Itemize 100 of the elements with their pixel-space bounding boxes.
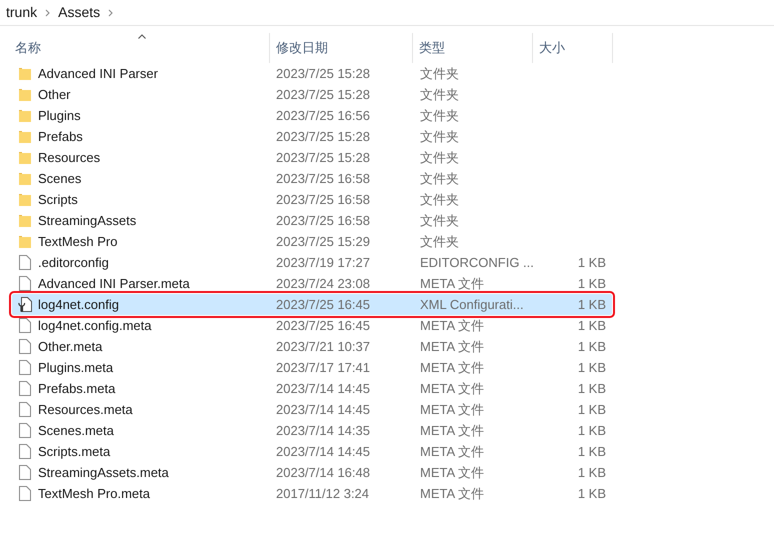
file-size: 1 KB: [578, 254, 606, 272]
file-size: 1 KB: [578, 274, 606, 293]
file-icon: [19, 339, 31, 354]
file-size: 1 KB: [578, 400, 606, 419]
file-size: 1 KB: [578, 358, 606, 377]
file-row[interactable]: TextMesh Pro 2023/7/25 15:29 文件夹: [12, 231, 612, 252]
file-type: EDITORCONFIG ...: [419, 254, 534, 272]
folder-icon: [18, 88, 32, 102]
file-row[interactable]: Advanced INI Parser.meta 2023/7/24 23:08 META 文件 1 KB: [12, 273, 612, 294]
file-row[interactable]: Prefabs 2023/7/25 15:28 文件夹: [12, 126, 612, 147]
file-name: Resources.meta: [38, 400, 133, 419]
file-row[interactable]: Plugins 2023/7/25 16:56 文件夹: [12, 105, 612, 126]
folder-icon: [18, 214, 32, 228]
modified-date: 2023/7/25 16:45: [275, 296, 371, 314]
modified-date: 2023/7/17 17:41: [275, 358, 371, 377]
file-icon: [19, 276, 31, 291]
sort-ascending-icon: [137, 34, 146, 39]
file-row[interactable]: Scenes 2023/7/25 16:58 文件夹: [12, 168, 612, 189]
file-row[interactable]: StreamingAssets.meta 2023/7/14 16:48 META 文件 1 KB: [12, 462, 612, 483]
file-name: log4net.config: [38, 296, 119, 314]
file-row[interactable]: StreamingAssets 2023/7/25 16:58 文件夹: [12, 210, 612, 231]
file-icon: [19, 444, 31, 459]
file-type: META 文件: [419, 442, 486, 461]
file-name: Advanced INI Parser.meta: [38, 274, 190, 293]
file-name: TextMesh Pro.meta: [38, 484, 150, 503]
file-type: META 文件: [419, 422, 486, 440]
modified-date: 2023/7/25 15:28: [275, 148, 371, 167]
modified-date: 2023/7/25 16:58: [275, 170, 371, 188]
column-header[interactable]: 名称: [14, 33, 270, 63]
column-header[interactable]: 修改日期: [270, 33, 413, 63]
modified-date: 2023/7/14 14:45: [275, 400, 371, 419]
folder-icon: [18, 234, 32, 248]
file-size: 1 KB: [578, 380, 606, 398]
file-row[interactable]: Scripts.meta 2023/7/14 14:45 META 文件 1 KB: [12, 441, 612, 462]
modified-date: 2023/7/14 14:45: [275, 380, 371, 398]
file-type: 文件夹: [419, 148, 460, 167]
file-row[interactable]: Resources 2023/7/25 15:28 文件夹: [12, 147, 612, 168]
file-size: 1 KB: [578, 316, 606, 335]
file-row[interactable]: Advanced INI Parser 2023/7/25 15:28 文件夹: [12, 63, 612, 84]
modified-date: 2023/7/25 15:28: [275, 128, 371, 146]
file-row[interactable]: Other.meta 2023/7/21 10:37 META 文件 1 KB: [12, 336, 612, 357]
file-icon: [19, 360, 31, 375]
modified-date: 2023/7/25 16:56: [275, 106, 371, 125]
file-name: Advanced INI Parser: [38, 64, 158, 83]
modified-date: 2023/7/25 16:58: [275, 190, 371, 209]
breadcrumb-item[interactable]: trunk: [6, 2, 38, 23]
file-name: Scenes.meta: [38, 422, 114, 440]
file-name: StreamingAssets: [38, 212, 136, 230]
file-size: 1 KB: [578, 442, 606, 461]
file-row[interactable]: TextMesh Pro.meta 2017/11/12 3:24 META 文件 1 KB: [12, 483, 612, 504]
file-row[interactable]: log4net.config.meta 2023/7/25 16:45 META 文件 1 KB: [12, 315, 612, 336]
file-type: META 文件: [419, 274, 486, 293]
file-type: XML Configurati...: [419, 296, 525, 314]
file-type: META 文件: [419, 400, 486, 419]
folder-icon: [18, 108, 32, 122]
file-type: META 文件: [419, 358, 486, 377]
file-row[interactable]: Other 2023/7/25 15:28 文件夹: [12, 84, 612, 105]
folder-icon: [18, 192, 32, 206]
file-size: 1 KB: [578, 464, 606, 482]
file-type: 文件夹: [419, 212, 460, 230]
file-size: 1 KB: [578, 296, 606, 314]
file-name: Plugins.meta: [38, 358, 114, 377]
file-name: Scenes: [38, 170, 82, 188]
file-name: StreamingAssets.meta: [38, 464, 169, 482]
file-row[interactable]: Scripts 2023/7/25 16:58 文件夹: [12, 189, 612, 210]
file-name: Prefabs.meta: [38, 380, 116, 398]
file-row[interactable]: Resources.meta 2023/7/14 14:45 META 文件 1 KB: [12, 399, 612, 420]
file-type: 文件夹: [419, 64, 460, 83]
column-header[interactable]: 大小: [533, 33, 613, 63]
file-name: Other: [38, 86, 71, 104]
modified-date: 2023/7/25 16:58: [275, 212, 371, 230]
file-icon: [19, 318, 31, 333]
chevron-right-icon: [108, 8, 114, 16]
file-type: 文件夹: [419, 170, 460, 188]
file-type: 文件夹: [419, 128, 460, 146]
file-icon: [19, 486, 31, 501]
modified-date: 2023/7/25 15:28: [275, 86, 371, 104]
file-name: Plugins: [38, 106, 81, 125]
file-row[interactable]: Scenes.meta 2023/7/14 14:35 META 文件 1 KB: [12, 420, 612, 441]
breadcrumb-item[interactable]: Assets: [58, 2, 100, 23]
modified-date: 2023/7/25 16:45: [275, 316, 371, 335]
modified-date: 2023/7/14 14:45: [275, 442, 371, 461]
modified-date: 2023/7/21 10:37: [275, 338, 371, 356]
file-type: 文件夹: [419, 86, 460, 104]
file-name: log4net.config.meta: [38, 316, 152, 335]
file-name: .editorconfig: [38, 254, 109, 272]
folder-icon: [18, 130, 32, 144]
folder-icon: [18, 66, 32, 80]
modified-date: 2023/7/14 16:48: [275, 464, 371, 482]
file-wrench-icon: [18, 297, 32, 312]
file-name: Other.meta: [38, 338, 102, 356]
file-name: Resources: [38, 148, 100, 167]
file-row[interactable]: log4net.config 2023/7/25 16:45 XML Configurati... 1 KB: [12, 294, 612, 315]
file-row[interactable]: .editorconfig 2023/7/19 17:27 EDITORCONFIG ... 1 KB: [12, 252, 612, 273]
file-row[interactable]: Prefabs.meta 2023/7/14 14:45 META 文件 1 KB: [12, 378, 612, 399]
file-type: META 文件: [419, 484, 486, 503]
file-row[interactable]: Plugins.meta 2023/7/17 17:41 META 文件 1 KB: [12, 357, 612, 378]
column-header[interactable]: 类型: [413, 33, 533, 63]
folder-icon: [18, 150, 32, 164]
file-type: META 文件: [419, 464, 486, 482]
